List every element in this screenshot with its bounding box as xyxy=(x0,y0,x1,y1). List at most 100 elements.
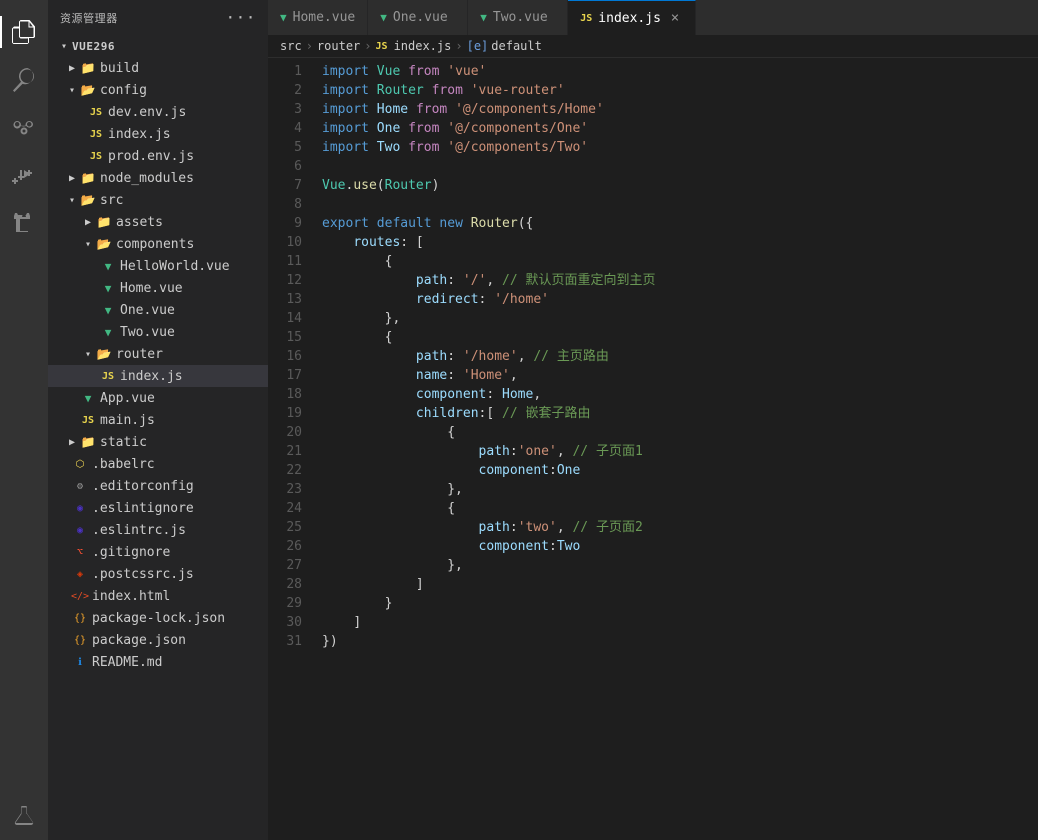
line-number: 9 xyxy=(268,214,318,233)
extensions-icon[interactable] xyxy=(0,200,48,248)
code-line: 23 }, xyxy=(268,480,1038,499)
code-line: 5import Two from '@/components/Two' xyxy=(268,138,1038,157)
code-editor[interactable]: 1import Vue from 'vue'2import Router fro… xyxy=(268,58,1038,840)
sidebar-item-two-vue[interactable]: ▼ Two.vue xyxy=(48,321,268,343)
sidebar-item-package-json[interactable]: {} package.json xyxy=(48,629,268,651)
sidebar-item-router-index[interactable]: JS index.js xyxy=(48,365,268,387)
sidebar-item-components[interactable]: ▾ 📂 components xyxy=(48,233,268,255)
sidebar-item-one-vue[interactable]: ▼ One.vue xyxy=(48,299,268,321)
search-icon[interactable] xyxy=(0,56,48,104)
eslint-icon: ◉ xyxy=(72,500,88,516)
code-line: 24 { xyxy=(268,499,1038,518)
sidebar-item-node-modules[interactable]: ▶ 📁 node_modules xyxy=(48,167,268,189)
tree-label: HelloWorld.vue xyxy=(120,259,230,274)
code-line: 16 path: '/home', // 主页路由 xyxy=(268,347,1038,366)
line-content: routes: [ xyxy=(318,233,1038,252)
sidebar-item-readme[interactable]: ℹ README.md xyxy=(48,651,268,673)
sidebar-item-helloworld[interactable]: ▼ HelloWorld.vue xyxy=(48,255,268,277)
code-line: 15 { xyxy=(268,328,1038,347)
line-number: 1 xyxy=(268,62,318,81)
sidebar-item-app-vue[interactable]: ▼ App.vue xyxy=(48,387,268,409)
tree-label: static xyxy=(100,435,147,450)
code-line: 8 xyxy=(268,195,1038,214)
sidebar-item-src[interactable]: ▾ 📂 src xyxy=(48,189,268,211)
tab-close-button[interactable]: × xyxy=(667,10,683,26)
breadcrumb-src[interactable]: src xyxy=(280,39,302,53)
line-number: 25 xyxy=(268,518,318,537)
sidebar-item-babelrc[interactable]: ⬡ .babelrc xyxy=(48,453,268,475)
tab-label: One.vue xyxy=(393,10,448,25)
test-icon[interactable] xyxy=(0,792,48,840)
tab-home-vue[interactable]: ▼ Home.vue xyxy=(268,0,368,35)
line-content: }, xyxy=(318,480,1038,499)
line-number: 23 xyxy=(268,480,318,499)
line-number: 7 xyxy=(268,176,318,195)
folder-icon: 📁 xyxy=(80,60,96,76)
breadcrumb-indexjs[interactable]: index.js xyxy=(394,39,452,53)
tree-label: README.md xyxy=(92,655,162,670)
tree-label: Two.vue xyxy=(120,325,175,340)
tab-one-vue[interactable]: ▼ One.vue xyxy=(368,0,468,35)
sidebar-item-dev-env[interactable]: JS dev.env.js xyxy=(48,101,268,123)
sidebar-menu-dots[interactable]: ··· xyxy=(225,8,256,27)
tab-two-vue[interactable]: ▼ Two.vue xyxy=(468,0,568,35)
json-icon: {} xyxy=(72,610,88,626)
tab-index-js[interactable]: JS index.js × xyxy=(568,0,696,35)
folder-icon: 📁 xyxy=(96,214,112,230)
line-content: path: '/home', // 主页路由 xyxy=(318,347,1038,366)
sidebar-item-config-index[interactable]: JS index.js xyxy=(48,123,268,145)
line-content: { xyxy=(318,423,1038,442)
line-number: 26 xyxy=(268,537,318,556)
tree-label: index.js xyxy=(120,369,183,384)
sidebar-item-eslintignore[interactable]: ◉ .eslintignore xyxy=(48,497,268,519)
line-number: 18 xyxy=(268,385,318,404)
vue-icon: ▼ xyxy=(100,258,116,274)
run-debug-icon[interactable] xyxy=(0,152,48,200)
tree-label: package.json xyxy=(92,633,186,648)
sidebar-item-assets[interactable]: ▶ 📁 assets xyxy=(48,211,268,233)
sidebar-item-main-js[interactable]: JS main.js xyxy=(48,409,268,431)
sidebar-item-package-lock[interactable]: {} package-lock.json xyxy=(48,607,268,629)
breadcrumb-default[interactable]: [e] default xyxy=(467,39,542,53)
code-line: 29 } xyxy=(268,594,1038,613)
line-content: }, xyxy=(318,556,1038,575)
sidebar-item-static[interactable]: ▶ 📁 static xyxy=(48,431,268,453)
sidebar-item-prod-env[interactable]: JS prod.env.js xyxy=(48,145,268,167)
js-icon: JS xyxy=(88,126,104,142)
code-line: 4import One from '@/components/One' xyxy=(268,119,1038,138)
code-line: 10 routes: [ xyxy=(268,233,1038,252)
breadcrumb-router[interactable]: router xyxy=(317,39,360,53)
files-icon[interactable] xyxy=(0,8,48,56)
main-area: ▼ Home.vue ▼ One.vue ▼ Two.vue JS index.… xyxy=(268,0,1038,840)
code-line: 2import Router from 'vue-router' xyxy=(268,81,1038,100)
line-number: 8 xyxy=(268,195,318,214)
sidebar-item-editorconfig[interactable]: ⚙ .editorconfig xyxy=(48,475,268,497)
line-number: 29 xyxy=(268,594,318,613)
line-number: 12 xyxy=(268,271,318,290)
js-icon: JS xyxy=(100,368,116,384)
tree-root[interactable]: ▾ VUE296 xyxy=(48,35,268,57)
sidebar-item-eslintrc[interactable]: ◉ .eslintrc.js xyxy=(48,519,268,541)
breadcrumb-file[interactable]: JS xyxy=(376,41,388,52)
sidebar-item-index-html[interactable]: </> index.html xyxy=(48,585,268,607)
code-line: 26 component:Two xyxy=(268,537,1038,556)
sidebar-item-gitignore[interactable]: ⌥ .gitignore xyxy=(48,541,268,563)
eslint-icon: ◉ xyxy=(72,522,88,538)
line-content: import Router from 'vue-router' xyxy=(318,81,1038,100)
code-line: 19 children:[ // 嵌套子路由 xyxy=(268,404,1038,423)
line-content: { xyxy=(318,499,1038,518)
code-line: 7Vue.use(Router) xyxy=(268,176,1038,195)
code-line: 25 path:'two', // 子页面2 xyxy=(268,518,1038,537)
sidebar-item-build[interactable]: ▶ 📁 build xyxy=(48,57,268,79)
source-control-icon[interactable] xyxy=(0,104,48,152)
sidebar-item-config[interactable]: ▾ 📂 config xyxy=(48,79,268,101)
code-line: 6 xyxy=(268,157,1038,176)
line-number: 16 xyxy=(268,347,318,366)
root-label: VUE296 xyxy=(72,40,115,53)
line-content: }, xyxy=(318,309,1038,328)
sidebar-item-postcssrc[interactable]: ◈ .postcssrc.js xyxy=(48,563,268,585)
sidebar-item-home-vue[interactable]: ▼ Home.vue xyxy=(48,277,268,299)
babel-icon: ⬡ xyxy=(72,456,88,472)
line-content: path: '/', // 默认页面重定向到主页 xyxy=(318,271,1038,290)
sidebar-item-router[interactable]: ▾ 📂 router xyxy=(48,343,268,365)
